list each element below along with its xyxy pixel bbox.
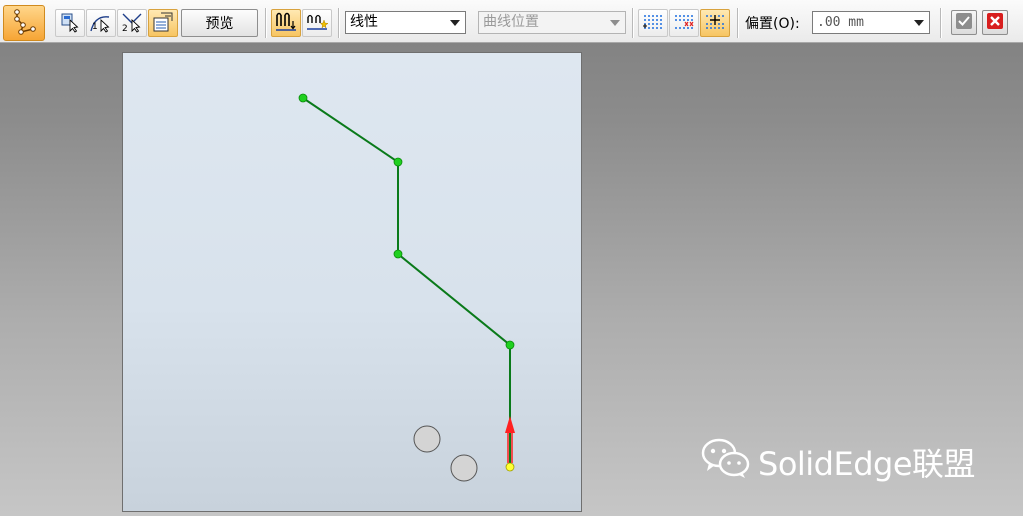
point-grid-plus-button[interactable] [700, 9, 730, 37]
ok-button[interactable] [951, 10, 977, 35]
mode-uniform-icon [274, 11, 298, 36]
chevron-down-icon [610, 20, 620, 26]
point-grid-plus-icon [703, 11, 727, 36]
mode-uniform-button[interactable] [271, 9, 301, 37]
curve-point[interactable] [505, 340, 515, 350]
select-cursor-icon [59, 11, 81, 36]
curve-point[interactable] [393, 157, 403, 167]
select-list-button[interactable] [148, 9, 178, 37]
point-grid-x-button[interactable] [669, 9, 699, 37]
command-toolbar: 1 2 预览 线性 曲线位置 偏置(O): .00 mm [0, 0, 1023, 43]
point-grid-button[interactable] [638, 9, 668, 37]
point-grid-x-icon [672, 11, 696, 36]
select-1-curve-button[interactable]: 1 [86, 9, 116, 37]
toolbar-separator [940, 8, 942, 38]
preview-label: 预览 [205, 16, 234, 32]
curve-point[interactable] [393, 249, 403, 259]
curve-position-select: 曲线位置 [478, 11, 626, 34]
curve-type-value: 线性 [350, 14, 378, 30]
curve-position-value: 曲线位置 [483, 14, 539, 30]
svg-text:2: 2 [122, 24, 128, 33]
preview-button[interactable]: 预览 [181, 9, 258, 37]
point-grid-icon [641, 11, 665, 36]
toolbar-separator [737, 8, 739, 38]
mode-spark-icon [305, 11, 329, 36]
select-1-curve-icon: 1 [89, 11, 113, 36]
select-2-curve-button[interactable]: 2 [117, 9, 147, 37]
select-cursor-button[interactable] [55, 9, 85, 37]
chevron-down-icon [914, 20, 924, 26]
toolbar-separator [632, 8, 634, 38]
offset-value: .00 mm [817, 15, 864, 30]
toolbar-separator [265, 8, 267, 38]
toolbar-separator [338, 8, 340, 38]
watermark: SolidEdge联盟 [700, 438, 976, 484]
check-icon [955, 12, 973, 33]
sketch-sheet[interactable] [122, 52, 582, 512]
curve-edit-icon [9, 7, 39, 40]
curve-command-button[interactable] [3, 5, 45, 41]
close-icon [986, 12, 1004, 33]
curve-polyline[interactable] [302, 97, 511, 467]
offset-field[interactable]: .00 mm [812, 11, 930, 34]
watermark-text: SolidEdge联盟 [758, 445, 976, 483]
offset-label: 偏置(O): [745, 16, 800, 32]
mode-spark-button[interactable] [302, 9, 332, 37]
curve-point[interactable] [298, 93, 308, 103]
cancel-button[interactable] [982, 10, 1008, 35]
sketch-circle[interactable] [450, 454, 478, 482]
select-list-icon [151, 11, 175, 36]
sketch-canvas[interactable] [123, 53, 581, 511]
curve-start-point[interactable] [505, 462, 515, 472]
wechat-icon [700, 436, 752, 488]
chevron-down-icon [450, 20, 460, 26]
select-2-curve-icon: 2 [120, 11, 144, 36]
sketch-circle[interactable] [413, 425, 441, 453]
svg-text:1: 1 [92, 22, 98, 32]
curve-type-select[interactable]: 线性 [345, 11, 466, 34]
